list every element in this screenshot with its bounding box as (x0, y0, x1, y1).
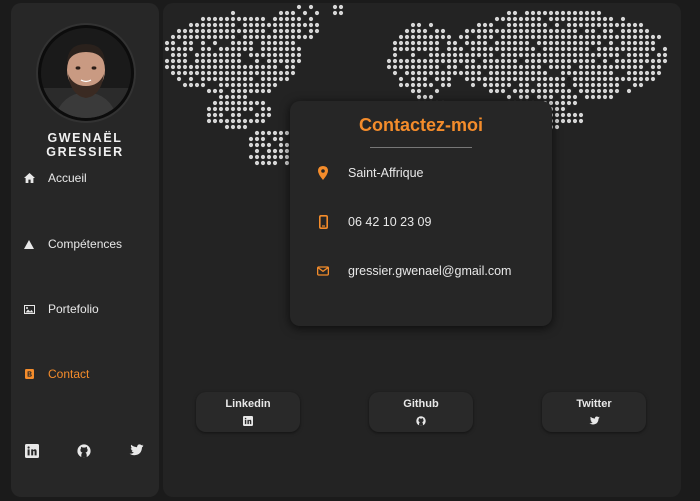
github-button[interactable]: Github (369, 392, 473, 432)
nav-item-competences[interactable]: Compétences (23, 234, 153, 254)
twitter-icon[interactable] (129, 444, 145, 460)
triangle-icon (23, 238, 35, 250)
sidebar-social-links (11, 444, 159, 464)
profile-name: GWENAËL GRESSIER (46, 131, 124, 159)
github-icon (416, 413, 426, 426)
twitter-button[interactable]: Twitter (542, 392, 646, 432)
contact-phone: 06 42 10 23 09 (317, 213, 431, 231)
twitter-label: Twitter (576, 398, 612, 410)
image-icon (23, 303, 35, 315)
sidebar: GWENAËL GRESSIER Accueil Compétences Por… (11, 3, 159, 497)
linkedin-button[interactable]: Linkedin (196, 392, 300, 432)
nav-item-portefolio[interactable]: Portefolio (23, 299, 153, 319)
nav-label: Contact (48, 367, 90, 381)
linkedin-icon (243, 413, 253, 426)
avatar (38, 25, 134, 121)
nav-label: Compétences (48, 237, 123, 251)
linkedin-icon[interactable] (25, 444, 41, 460)
contact-card: Contactez-moi Saint-Affrique 06 42 10 23… (290, 101, 552, 326)
twitter-icon (589, 413, 600, 425)
contact-card-icon (23, 368, 35, 380)
envelope-icon (317, 264, 329, 278)
home-icon (23, 172, 35, 184)
title-divider (370, 147, 472, 148)
nav-item-accueil[interactable]: Accueil (23, 168, 153, 188)
location-text: Saint-Affrique (348, 166, 424, 180)
nav-label: Accueil (48, 171, 87, 185)
linkedin-label: Linkedin (225, 398, 271, 410)
nav-item-contact[interactable]: Contact (23, 364, 153, 384)
phone-text[interactable]: 06 42 10 23 09 (348, 215, 431, 229)
contact-location: Saint-Affrique (317, 164, 424, 182)
map-pin-icon (317, 166, 329, 180)
email-text[interactable]: gressier.gwenael@gmail.com (348, 264, 511, 278)
github-label: Github (403, 398, 439, 410)
phone-icon (317, 215, 329, 229)
github-icon[interactable] (77, 444, 93, 460)
contact-email: gressier.gwenael@gmail.com (317, 262, 511, 280)
contact-title: Contactez-moi (358, 115, 483, 135)
nav-label: Portefolio (48, 302, 99, 316)
